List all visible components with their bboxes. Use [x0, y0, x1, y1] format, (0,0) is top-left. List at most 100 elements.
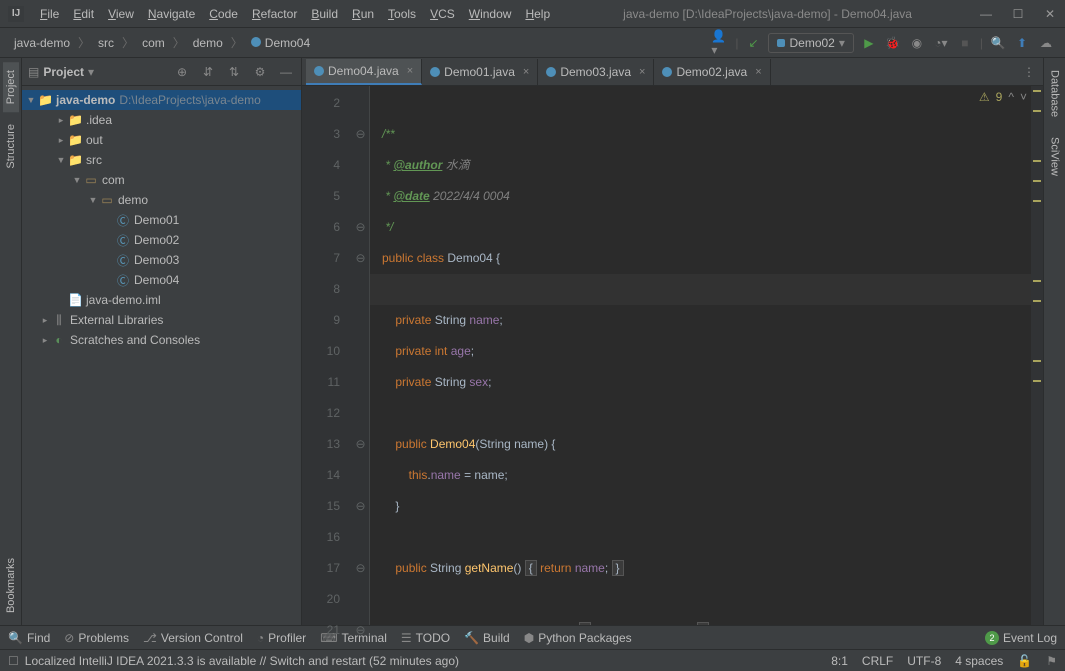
caret-position[interactable]: 8:1 [831, 654, 848, 668]
editor-tab[interactable]: Demo02.java× [654, 59, 770, 85]
editor-tab[interactable]: Demo01.java× [422, 59, 538, 85]
app-logo: IJ [8, 6, 24, 22]
title-bar: IJ FileEditViewNavigateCodeRefactorBuild… [0, 0, 1065, 28]
inspection-widget[interactable]: ⚠9 ^˅ [979, 90, 1027, 104]
tree-item[interactable]: ▼▭com [22, 170, 301, 190]
settings-icon[interactable]: ⚙ [251, 63, 269, 81]
left-tool-buttons: Project Structure Bookmarks [0, 58, 22, 625]
close-tab-icon[interactable]: × [755, 66, 761, 78]
bottom-tool-version-control[interactable]: ⎇Version Control [143, 631, 243, 645]
maximize-button[interactable]: ☐ [1011, 7, 1025, 21]
profile-button[interactable]: ◔▾ [932, 34, 950, 52]
menu-build[interactable]: Build [305, 5, 344, 23]
line-numbers: 2345678910111213141516172021 [302, 86, 352, 625]
project-tree[interactable]: ▼📁java-demo D:\IdeaProjects\java-demo▸📁.… [22, 86, 301, 625]
menu-window[interactable]: Window [463, 5, 518, 23]
run-config-selector[interactable]: Demo02 ▾ [768, 33, 853, 53]
stop-button[interactable]: ■ [956, 34, 974, 52]
status-message[interactable]: Localized IntelliJ IDEA 2021.3.3 is avai… [25, 654, 459, 668]
hide-icon[interactable]: — [277, 63, 295, 81]
tree-item[interactable]: ⒸDemo03 [22, 250, 301, 270]
collapse-icon[interactable]: ⇅ [225, 63, 243, 81]
tool-tab-bookmarks[interactable]: Bookmarks [3, 550, 19, 621]
update-icon[interactable]: ⬆ [1013, 34, 1031, 52]
tree-item[interactable]: ⒸDemo04 [22, 270, 301, 290]
run-config-label: Demo02 [789, 36, 834, 50]
breadcrumb-item[interactable]: com [138, 35, 169, 51]
bottom-tool-build[interactable]: 🔨Build [464, 631, 510, 645]
tree-item[interactable]: ⒸDemo02 [22, 230, 301, 250]
cloud-icon[interactable]: ☁ [1037, 34, 1055, 52]
tool-tab-project[interactable]: Project [3, 62, 19, 112]
menu-edit[interactable]: Edit [67, 5, 100, 23]
tree-item[interactable]: ▼▭demo [22, 190, 301, 210]
error-stripe[interactable] [1031, 86, 1043, 625]
bottom-tool-todo[interactable]: ☰TODO [401, 631, 450, 645]
tree-item[interactable]: ▸📁.idea [22, 110, 301, 130]
indent-info[interactable]: 4 spaces [955, 654, 1003, 668]
navigation-bar: java-demo〉src〉com〉demo〉Demo04 👤▾ | ↙ Dem… [0, 28, 1065, 58]
code-area[interactable]: /** * @author 水滴 * @date 2022/4/4 0004 *… [370, 86, 1031, 625]
project-panel-icon: ▤ [28, 65, 39, 79]
select-file-icon[interactable]: ⊕ [173, 63, 191, 81]
close-tab-icon[interactable]: × [639, 66, 645, 78]
tree-item[interactable]: ▸◐Scratches and Consoles [22, 330, 301, 350]
menu-tools[interactable]: Tools [382, 5, 422, 23]
file-encoding[interactable]: UTF-8 [907, 654, 941, 668]
menu-bar: FileEditViewNavigateCodeRefactorBuildRun… [34, 5, 556, 23]
menu-code[interactable]: Code [203, 5, 244, 23]
menu-view[interactable]: View [102, 5, 140, 23]
bottom-tool-problems[interactable]: ⊘Problems [64, 631, 129, 645]
tool-tab-structure[interactable]: Structure [3, 116, 19, 177]
event-log-button[interactable]: 2Event Log [985, 631, 1057, 645]
status-icon[interactable]: ☐ [8, 654, 19, 668]
tabs-more-icon[interactable]: ⋮ [1015, 65, 1043, 79]
breadcrumb: java-demo〉src〉com〉demo〉Demo04 [10, 34, 314, 51]
readonly-icon[interactable]: 🔓 [1017, 654, 1032, 668]
minimize-button[interactable]: — [979, 7, 993, 21]
right-tool-buttons: Database SciView [1043, 58, 1065, 625]
menu-vcs[interactable]: VCS [424, 5, 461, 23]
menu-file[interactable]: File [34, 5, 65, 23]
tree-item[interactable]: ⒸDemo01 [22, 210, 301, 230]
editor-tab[interactable]: Demo04.java× [306, 59, 422, 85]
tool-tab-database[interactable]: Database [1047, 62, 1063, 125]
breadcrumb-item[interactable]: java-demo [10, 35, 74, 51]
warning-count: 9 [996, 90, 1003, 104]
build-icon[interactable]: ↙ [744, 34, 762, 52]
run-button[interactable]: ▶ [860, 34, 878, 52]
editor-tabs: Demo04.java×Demo01.java×Demo03.java×Demo… [302, 58, 1043, 86]
menu-run[interactable]: Run [346, 5, 380, 23]
bottom-tool-python-packages[interactable]: ⬢Python Packages [524, 631, 632, 645]
fold-column[interactable]: ⊖ ⊖⊖ ⊖ ⊖ ⊖ ⊖ [352, 86, 370, 625]
breadcrumb-item[interactable]: src [94, 35, 118, 51]
breadcrumb-item[interactable]: Demo04 [247, 35, 314, 51]
coverage-button[interactable]: ◉ [908, 34, 926, 52]
tree-item[interactable]: ▼📁src [22, 150, 301, 170]
tree-item[interactable]: ▸⫼External Libraries [22, 310, 301, 330]
close-tab-icon[interactable]: × [407, 65, 413, 77]
menu-refactor[interactable]: Refactor [246, 5, 303, 23]
project-tool-window: ▤ Project ▾ ⊕ ⇵ ⇅ ⚙ — ▼📁java-demo D:\Ide… [22, 58, 302, 625]
editor-tab[interactable]: Demo03.java× [538, 59, 654, 85]
expand-icon[interactable]: ⇵ [199, 63, 217, 81]
status-bar: ☐ Localized IntelliJ IDEA 2021.3.3 is av… [0, 649, 1065, 671]
search-icon[interactable]: 🔍 [989, 34, 1007, 52]
tool-tab-sciview[interactable]: SciView [1047, 129, 1063, 184]
project-panel-title: Project [43, 65, 84, 79]
debug-button[interactable]: 🐞 [884, 34, 902, 52]
menu-navigate[interactable]: Navigate [142, 5, 201, 23]
bottom-tool-profiler[interactable]: ◔Profiler [257, 631, 306, 645]
tree-item[interactable]: ▸📁out [22, 130, 301, 150]
window-title: java-demo [D:\IdeaProjects\java-demo] - … [556, 7, 979, 21]
tree-item[interactable]: 📄java-demo.iml [22, 290, 301, 310]
bottom-tool-find[interactable]: 🔍Find [8, 631, 50, 645]
close-tab-icon[interactable]: × [523, 66, 529, 78]
close-button[interactable]: ✕ [1043, 7, 1057, 21]
breadcrumb-item[interactable]: demo [189, 35, 227, 51]
status-widget-icon[interactable]: ⚑ [1046, 654, 1057, 668]
line-separator[interactable]: CRLF [862, 654, 893, 668]
menu-help[interactable]: Help [519, 5, 556, 23]
tree-root[interactable]: ▼📁java-demo D:\IdeaProjects\java-demo [22, 90, 301, 110]
user-icon[interactable]: 👤▾ [711, 34, 729, 52]
